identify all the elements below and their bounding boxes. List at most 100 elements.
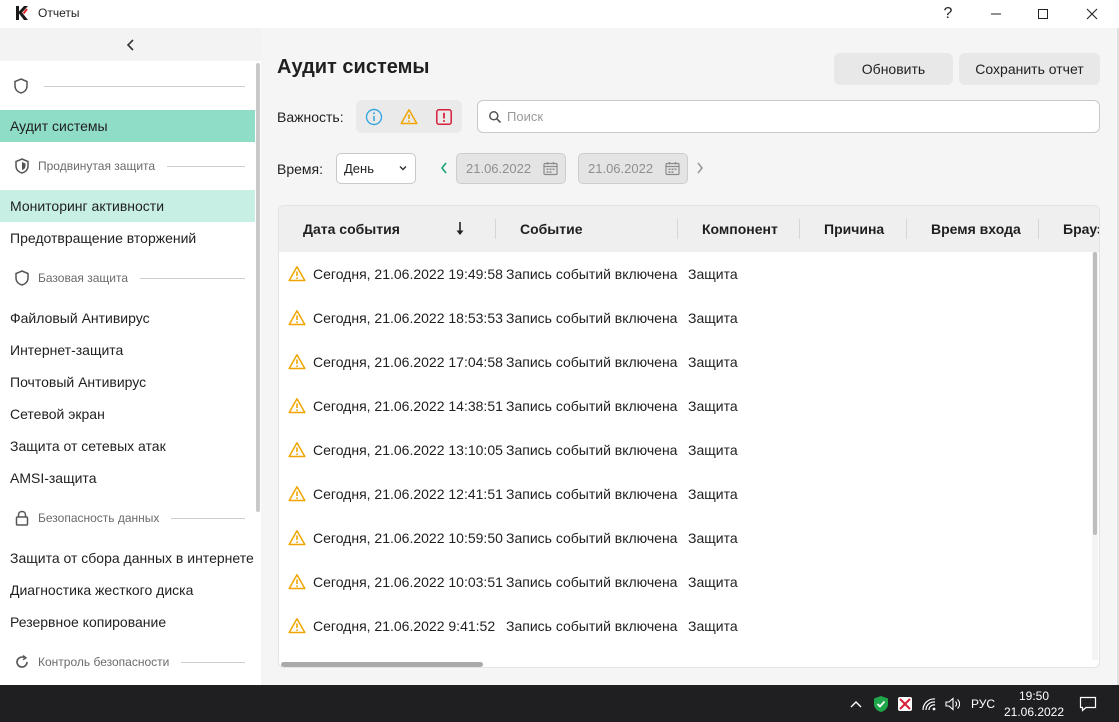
table-vertical-scrollbar[interactable] bbox=[1092, 252, 1098, 660]
event-name: Запись событий включена bbox=[506, 398, 678, 414]
minimize-button[interactable] bbox=[973, 0, 1019, 28]
event-component: Защита bbox=[688, 618, 738, 634]
table-row[interactable]: Сегодня, 21.06.2022 18:53:53 Запись собы… bbox=[279, 296, 1089, 340]
column-header-date[interactable]: Дата события bbox=[303, 206, 400, 252]
sidebar-item-firewall[interactable]: Сетевой экран bbox=[0, 398, 255, 430]
sidebar-section-security-control: Контроль безопасности bbox=[0, 648, 255, 676]
sidebar-item-backup[interactable]: Резервное копирование bbox=[0, 606, 255, 638]
table-row[interactable]: Сегодня, 21.06.2022 10:03:51 Запись собы… bbox=[279, 560, 1089, 604]
notifications-button[interactable] bbox=[1076, 685, 1100, 722]
taskbar-clock[interactable]: 19:50 21.06.2022 bbox=[1000, 688, 1068, 720]
sidebar-section-advanced: Продвинутая защита bbox=[0, 152, 255, 180]
maximize-button[interactable] bbox=[1020, 0, 1066, 28]
save-report-button[interactable]: Сохранить отчет bbox=[959, 53, 1100, 85]
sort-desc-icon[interactable] bbox=[455, 221, 465, 237]
chevron-up-icon bbox=[850, 700, 862, 707]
warning-icon bbox=[288, 530, 306, 546]
sidebar-item-label: Мониторинг активности bbox=[10, 198, 165, 214]
sidebar-item-label: Аудит системы bbox=[10, 118, 108, 134]
close-icon bbox=[1086, 8, 1098, 20]
close-button[interactable] bbox=[1069, 0, 1115, 28]
collapse-sidebar-button[interactable] bbox=[0, 28, 261, 61]
refresh-button[interactable]: Обновить bbox=[834, 53, 953, 85]
minimize-icon bbox=[991, 13, 1001, 15]
column-header-reason[interactable]: Причина bbox=[824, 206, 884, 252]
severity-filter bbox=[356, 100, 462, 133]
wifi-icon bbox=[922, 697, 936, 710]
sidebar-item-file-antivirus[interactable]: Файловый Антивирус bbox=[0, 302, 255, 334]
event-date: Сегодня, 21.06.2022 10:59:50 bbox=[313, 530, 503, 546]
volume-tray-icon[interactable] bbox=[942, 685, 964, 722]
search-input[interactable]: Поиск bbox=[477, 100, 1100, 133]
sidebar-top-section bbox=[0, 72, 255, 100]
red-app-icon bbox=[898, 696, 912, 711]
sidebar-item-amsi[interactable]: AMSI-защита bbox=[0, 462, 255, 494]
app-window: Отчеты ? Аудит системы Продвинутая защит… bbox=[0, 0, 1119, 685]
table-row[interactable]: Сегодня, 21.06.2022 10:59:50 Запись собы… bbox=[279, 516, 1089, 560]
date-from-field[interactable]: 21.06.2022 bbox=[456, 153, 566, 184]
sidebar-section-label: Продвинутая защита bbox=[38, 159, 156, 173]
table-horizontal-scrollbar[interactable] bbox=[279, 661, 1091, 667]
table-row[interactable]: Сегодня, 21.06.2022 12:41:51 Запись собы… bbox=[279, 472, 1089, 516]
warning-icon bbox=[288, 486, 306, 502]
severity-warning-toggle[interactable] bbox=[391, 100, 426, 133]
warning-icon bbox=[399, 108, 418, 124]
network-tray-icon[interactable] bbox=[918, 685, 940, 722]
table-row[interactable]: Сегодня, 21.06.2022 13:10:05 Запись собы… bbox=[279, 428, 1089, 472]
event-component: Защита bbox=[688, 354, 738, 370]
help-button[interactable]: ? bbox=[925, 0, 971, 28]
sidebar-item-data-collection-protection[interactable]: Защита от сбора данных в интернете bbox=[0, 542, 255, 574]
show-hidden-icons-button[interactable] bbox=[846, 685, 866, 722]
sidebar-item-mail-antivirus[interactable]: Почтовый Антивирус bbox=[0, 366, 255, 398]
severity-info-toggle[interactable] bbox=[356, 100, 391, 133]
sidebar-item-label: AMSI-защита bbox=[10, 470, 97, 486]
next-period-button[interactable] bbox=[694, 160, 706, 176]
scrollbar-thumb[interactable] bbox=[1093, 252, 1097, 535]
previous-period-button[interactable] bbox=[438, 160, 450, 176]
sidebar-section-label: Безопасность данных bbox=[38, 511, 160, 525]
sidebar-item-activity-monitoring[interactable]: Мониторинг активности bbox=[0, 190, 255, 222]
sidebar-item-network-attack-blocker[interactable]: Защита от сетевых атак bbox=[0, 430, 255, 462]
scrollbar-thumb[interactable] bbox=[281, 662, 483, 667]
event-name: Запись событий включена bbox=[506, 354, 678, 370]
column-header-event[interactable]: Событие bbox=[520, 206, 583, 252]
event-date: Сегодня, 21.06.2022 9:41:52 bbox=[313, 618, 496, 634]
sidebar-section-data-security: Безопасность данных bbox=[0, 504, 255, 532]
table-row[interactable]: Сегодня, 21.06.2022 17:04:58 Запись собы… bbox=[279, 340, 1089, 384]
sidebar-item-web-protection[interactable]: Интернет-защита bbox=[0, 334, 255, 366]
table-row[interactable]: Сегодня, 21.06.2022 14:38:51 Запись собы… bbox=[279, 384, 1089, 428]
shield-outline-icon bbox=[15, 270, 29, 286]
table-row[interactable]: Сегодня, 21.06.2022 19:49:58 Запись собы… bbox=[279, 252, 1089, 296]
severity-critical-toggle[interactable] bbox=[426, 100, 461, 133]
taskbar: РУС 19:50 21.06.2022 bbox=[0, 685, 1119, 722]
critical-icon bbox=[435, 108, 452, 125]
column-header-login-time[interactable]: Время входа bbox=[931, 206, 1021, 252]
warning-icon bbox=[288, 574, 306, 590]
window-title: Отчеты bbox=[38, 6, 80, 20]
sidebar-item-label: Диагностика жесткого диска bbox=[10, 582, 194, 598]
sidebar-item-intrusion-prevention[interactable]: Предотвращение вторжений bbox=[0, 222, 255, 254]
chevron-left-icon bbox=[440, 162, 447, 174]
sidebar-item-disk-diagnostics[interactable]: Диагностика жесткого диска bbox=[0, 574, 255, 606]
app-tray-icon[interactable] bbox=[894, 685, 916, 722]
calendar-icon bbox=[665, 162, 680, 176]
warning-icon bbox=[288, 266, 306, 282]
period-select[interactable]: День bbox=[336, 153, 416, 184]
event-name: Запись событий включена bbox=[506, 530, 678, 546]
sidebar-scrollbar[interactable] bbox=[256, 63, 260, 512]
sidebar-item-label: Почтовый Антивирус bbox=[10, 374, 147, 390]
date-to-field[interactable]: 21.06.2022 bbox=[578, 153, 688, 184]
chevron-right-icon bbox=[697, 162, 704, 174]
event-date: Сегодня, 21.06.2022 10:03:51 bbox=[313, 574, 503, 590]
kaspersky-tray-icon[interactable] bbox=[870, 685, 892, 722]
sidebar-item-system-audit[interactable]: Аудит системы bbox=[0, 110, 255, 142]
sidebar-section-label: Контроль безопасности bbox=[38, 655, 170, 669]
column-header-component[interactable]: Компонент bbox=[702, 206, 778, 252]
table-row[interactable]: Сегодня, 21.06.2022 9:41:52 Запись событ… bbox=[279, 604, 1089, 648]
column-header-browser[interactable]: Брауз bbox=[1063, 206, 1099, 252]
language-indicator[interactable]: РУС bbox=[966, 685, 1000, 722]
event-date: Сегодня, 21.06.2022 14:38:51 bbox=[313, 398, 503, 414]
event-component: Защита bbox=[688, 266, 738, 282]
warning-icon bbox=[288, 310, 306, 326]
event-component: Защита bbox=[688, 574, 738, 590]
